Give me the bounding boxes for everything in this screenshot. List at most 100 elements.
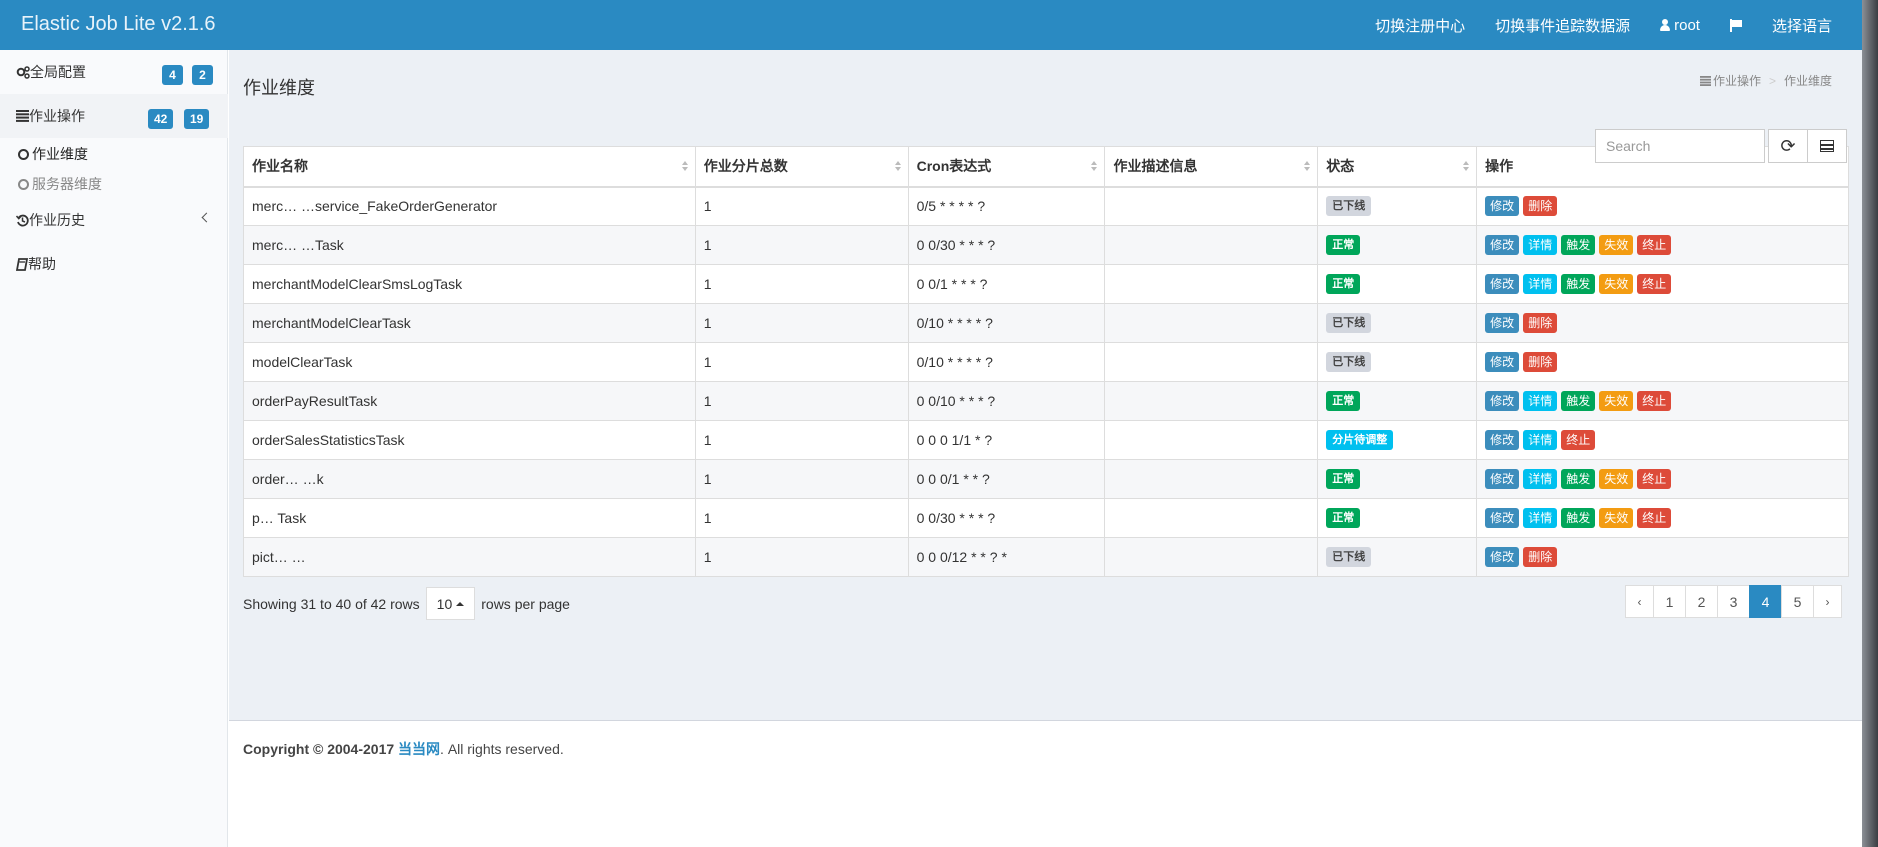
cell-description [1104, 264, 1319, 304]
trigger-button[interactable]: 触发 [1561, 391, 1596, 411]
sidebar-item-global-config[interactable]: 全局配置 4 2 [0, 50, 228, 94]
shutdown-button[interactable]: 终止 [1561, 430, 1596, 450]
action-group: 修改 详情 触发 失效 终止 [1485, 469, 1840, 489]
page-button-5[interactable]: 5 [1781, 585, 1814, 618]
modify-button[interactable]: 修改 [1485, 391, 1520, 411]
columns-icon [1820, 140, 1834, 152]
modify-button[interactable]: 修改 [1485, 547, 1520, 567]
action-group: 修改 详情 触发 失效 终止 [1485, 508, 1840, 528]
detail-button[interactable]: 详情 [1523, 391, 1558, 411]
col-header-status[interactable]: 状态 [1317, 146, 1478, 188]
disable-button[interactable]: 失效 [1599, 508, 1634, 528]
shutdown-button[interactable]: 终止 [1637, 508, 1672, 528]
prev-page-button[interactable]: ‹ [1625, 585, 1654, 618]
status-badge: 正常 [1326, 508, 1361, 528]
col-header-label: 操作 [1485, 158, 1514, 175]
columns-button[interactable] [1807, 129, 1847, 163]
trigger-button[interactable]: 触发 [1561, 469, 1596, 489]
modify-button[interactable]: 修改 [1485, 274, 1520, 294]
detail-button[interactable]: 详情 [1523, 430, 1558, 450]
status-badge: 已下线 [1326, 196, 1372, 217]
trigger-button[interactable]: 触发 [1561, 235, 1596, 255]
detail-button[interactable]: 详情 [1523, 508, 1558, 528]
delete-button[interactable]: 删除 [1523, 547, 1558, 567]
modify-button[interactable]: 修改 [1485, 469, 1520, 489]
page-title: 作业维度 [243, 78, 315, 98]
action-group: 修改 删除 [1485, 352, 1840, 372]
modify-button[interactable]: 修改 [1485, 430, 1520, 450]
sidebar-item-job-ops[interactable]: 作业操作 42 19 [0, 94, 228, 138]
cell-status: 正常 [1317, 381, 1478, 421]
disable-button[interactable]: 失效 [1599, 274, 1634, 294]
breadcrumb-current: 作业维度 [1783, 74, 1832, 88]
page-button-1[interactable]: 1 [1653, 585, 1686, 618]
switch-datasource-link[interactable]: 切换事件追踪数据源 [1495, 15, 1630, 36]
col-header-description[interactable]: 作业描述信息 [1104, 146, 1319, 188]
action-group: 修改 删除 [1485, 196, 1840, 217]
delete-button[interactable]: 删除 [1523, 313, 1558, 333]
language-menu[interactable]: 选择语言 [1772, 15, 1832, 36]
caret-up-icon [456, 601, 465, 606]
shutdown-button[interactable]: 终止 [1637, 235, 1672, 255]
detail-button[interactable]: 详情 [1523, 469, 1558, 489]
delete-button[interactable]: 删除 [1523, 196, 1558, 217]
detail-button[interactable]: 详情 [1523, 274, 1558, 294]
col-header-label: 作业名称 [252, 158, 308, 175]
cell-status: 正常 [1317, 264, 1478, 304]
brand-title[interactable]: Elastic Job Lite v2.1.6 [21, 13, 216, 36]
shutdown-button[interactable]: 终止 [1637, 391, 1672, 411]
sort-icon [1304, 161, 1311, 173]
shutdown-button[interactable]: 终止 [1637, 469, 1672, 489]
cell-cron: 0 0/30 * * * ? [907, 225, 1106, 265]
col-header-name[interactable]: 作业名称 [243, 146, 696, 188]
cell-sharding: 1 [694, 186, 909, 226]
badge-job-count-a: 42 [148, 109, 174, 129]
search-input[interactable] [1595, 129, 1765, 163]
col-header-label: 作业描述信息 [1113, 158, 1198, 175]
breadcrumb-parent-label: 作业操作 [1712, 74, 1761, 88]
modify-button[interactable]: 修改 [1485, 313, 1520, 333]
page-button-3[interactable]: 3 [1717, 585, 1750, 618]
sidebar-sub-server-dimension[interactable]: 服务器维度 [18, 174, 102, 194]
page-button-4[interactable]: 4 [1749, 585, 1782, 618]
refresh-button[interactable]: ⟳ [1768, 129, 1808, 163]
modify-button[interactable]: 修改 [1485, 352, 1520, 372]
switch-registry-link[interactable]: 切换注册中心 [1375, 15, 1465, 36]
page-button-2[interactable]: 2 [1685, 585, 1718, 618]
next-page-button[interactable]: › [1813, 585, 1842, 618]
cell-sharding: 1 [694, 459, 909, 499]
trigger-button[interactable]: 触发 [1561, 508, 1596, 528]
col-header-cron[interactable]: Cron表达式 [907, 146, 1106, 188]
disable-button[interactable]: 失效 [1599, 469, 1634, 489]
flag-button[interactable] [1729, 18, 1742, 32]
sidebar-sub-job-dimension[interactable]: 作业维度 [18, 144, 88, 164]
modify-button[interactable]: 修改 [1485, 196, 1520, 217]
disable-button[interactable]: 失效 [1599, 235, 1634, 255]
modify-button[interactable]: 修改 [1485, 235, 1520, 255]
breadcrumb-parent[interactable]: 作业操作 [1699, 72, 1761, 89]
user-icon [1660, 19, 1671, 31]
col-header-sharding[interactable]: 作业分片总数 [694, 146, 909, 188]
gears-icon [16, 65, 30, 79]
modify-button[interactable]: 修改 [1485, 508, 1520, 528]
disable-button[interactable]: 失效 [1599, 391, 1634, 411]
user-menu[interactable]: root [1660, 17, 1700, 34]
cell-cron: 0/5 * * * * ? [907, 186, 1106, 226]
cell-cron: 0 0 0 1/1 * ? [907, 420, 1106, 460]
detail-button[interactable]: 详情 [1523, 235, 1558, 255]
book-icon [16, 257, 28, 271]
page-size-dropdown[interactable]: 10 [425, 587, 476, 620]
cell-description [1104, 381, 1319, 421]
trigger-button[interactable]: 触发 [1561, 274, 1596, 294]
chevron-left-icon [201, 212, 212, 223]
window-edge [1862, 0, 1878, 847]
dangdang-link[interactable]: 当当网 [398, 741, 440, 757]
cell-description [1104, 459, 1319, 499]
top-nav: 切换注册中心 切换事件追踪数据源 root 选择语言 [1375, 0, 1832, 50]
shutdown-button[interactable]: 终止 [1637, 274, 1672, 294]
cell-status: 正常 [1317, 459, 1478, 499]
sidebar-item-job-history[interactable]: 作业历史 [0, 198, 228, 242]
delete-button[interactable]: 删除 [1523, 352, 1558, 372]
cell-job-name: p… Task [243, 498, 696, 538]
sidebar-item-help[interactable]: 帮助 [0, 242, 228, 286]
